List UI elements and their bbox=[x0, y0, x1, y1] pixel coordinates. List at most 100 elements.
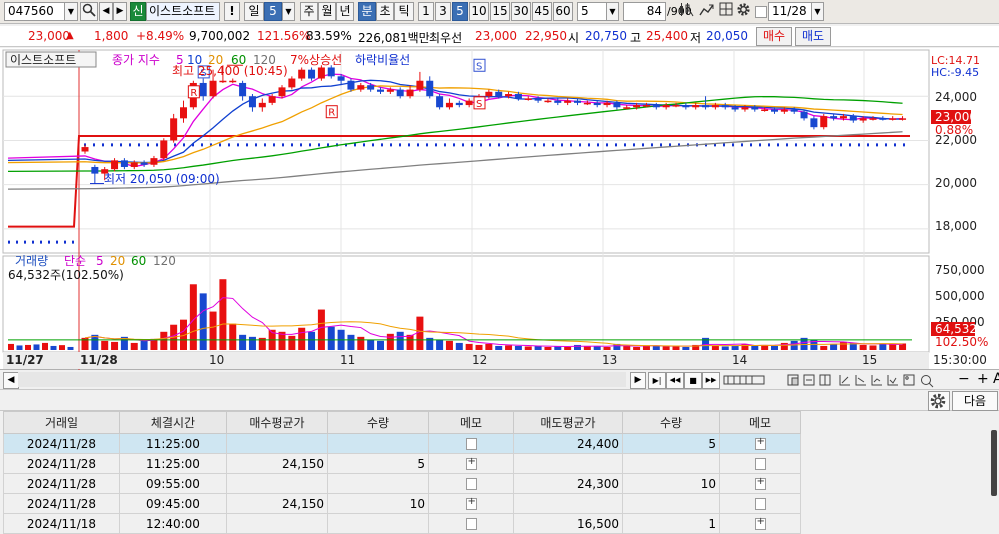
candle-body bbox=[455, 102, 463, 106]
candle-body bbox=[672, 105, 680, 107]
code-dropdown-chevron-icon[interactable]: ▼ bbox=[64, 2, 78, 21]
stock-chart[interactable]: SSRRS 이스트소프트 종가 지수 5 10 20 60 120 7%상승선 … bbox=[0, 48, 999, 370]
exec-time-cell: 11:25:00 bbox=[119, 433, 227, 454]
grid-scrollbar-thumb[interactable] bbox=[991, 430, 997, 496]
chart-scrollbar-track[interactable] bbox=[18, 372, 626, 387]
table-row[interactable]: 2024/11/18 12:40:00 16,500 1 bbox=[3, 513, 801, 534]
minute-60-button[interactable]: 60 bbox=[553, 2, 573, 21]
table-row[interactable]: 2024/11/28 11:25:00 24,150 5 bbox=[3, 453, 801, 474]
candle-body bbox=[849, 116, 857, 121]
memo-edit-icon[interactable] bbox=[754, 476, 766, 490]
buy-button[interactable]: 매수 bbox=[756, 27, 792, 46]
buy-memo-cell[interactable] bbox=[428, 453, 514, 474]
date-chevron-icon[interactable]: ▼ bbox=[811, 2, 824, 21]
stop-button[interactable]: ■ bbox=[684, 372, 702, 389]
memo-edit-icon[interactable] bbox=[465, 456, 477, 470]
volume-bar bbox=[830, 343, 838, 350]
minute-45-button[interactable]: 45 bbox=[532, 2, 552, 21]
buy-memo-cell[interactable] bbox=[428, 433, 514, 454]
zoom-out-button[interactable]: − bbox=[958, 371, 970, 387]
gear-icon[interactable] bbox=[734, 2, 752, 21]
minute-15-button[interactable]: 15 bbox=[490, 2, 510, 21]
up-arrow-icon: ▲ bbox=[66, 30, 74, 41]
volume-bar bbox=[564, 346, 572, 350]
period-tick-button[interactable]: 틱 bbox=[394, 2, 414, 21]
minute-5-button[interactable]: 5 bbox=[452, 2, 468, 21]
interval-chevron-icon[interactable]: ▼ bbox=[606, 2, 619, 21]
scroll-right-button[interactable]: ▶ bbox=[630, 372, 646, 389]
sell-memo-cell[interactable] bbox=[719, 493, 801, 514]
scroll-end-button[interactable]: ▶| bbox=[648, 372, 666, 389]
memo-edit-icon[interactable] bbox=[465, 496, 477, 510]
col-sell-memo: 메모 bbox=[719, 411, 801, 434]
candle-body bbox=[445, 102, 453, 108]
memo-empty-icon[interactable] bbox=[465, 518, 477, 530]
table-row[interactable]: 2024/11/28 09:55:00 24,300 10 bbox=[3, 473, 801, 494]
candle-body bbox=[859, 118, 867, 121]
buy-avg-cell bbox=[226, 513, 328, 534]
display-count-input[interactable]: 84 bbox=[623, 2, 666, 21]
prev-stock-icon[interactable]: ◀ bbox=[99, 2, 113, 21]
chart-canvas[interactable]: SSRRS 이스트소프트 종가 지수 5 10 20 60 120 7%상승선 … bbox=[0, 48, 999, 370]
period-minute-button[interactable]: 분 bbox=[358, 2, 376, 21]
volume-bar bbox=[25, 344, 31, 350]
minute-10-button[interactable]: 10 bbox=[469, 2, 489, 21]
memo-empty-icon[interactable] bbox=[465, 478, 477, 490]
next-page-button[interactable]: 다음 bbox=[952, 391, 998, 411]
candle-body bbox=[209, 80, 217, 97]
sell-memo-cell[interactable] bbox=[719, 473, 801, 494]
memo-empty-icon[interactable] bbox=[754, 498, 766, 510]
volume-bar bbox=[771, 345, 778, 350]
buy-memo-cell[interactable] bbox=[428, 473, 514, 494]
memo-edit-icon[interactable] bbox=[754, 516, 766, 530]
zoom-in-button[interactable]: + bbox=[977, 371, 989, 387]
grid-gear-icon[interactable] bbox=[928, 391, 950, 411]
interval-input[interactable]: 5 bbox=[577, 2, 607, 21]
grid-layout-icon[interactable] bbox=[717, 2, 735, 21]
font-size-button[interactable]: A bbox=[993, 371, 999, 387]
date-input[interactable]: 11/28 bbox=[768, 2, 812, 21]
minute-1-button[interactable]: 1 bbox=[418, 2, 434, 21]
sell-memo-cell[interactable] bbox=[719, 433, 801, 454]
period-year-button[interactable]: 년 bbox=[336, 2, 354, 21]
table-row[interactable]: 2024/11/28 11:25:00 24,400 5 bbox=[3, 433, 801, 454]
memo-empty-icon[interactable] bbox=[754, 458, 766, 470]
search-icon[interactable] bbox=[80, 2, 98, 21]
period-week-button[interactable]: 주 bbox=[300, 2, 318, 21]
stock-code-input[interactable]: 047560 bbox=[4, 2, 66, 21]
sell-button[interactable]: 매도 bbox=[795, 27, 831, 46]
memo-empty-icon[interactable] bbox=[465, 438, 477, 450]
minute-3-button[interactable]: 3 bbox=[435, 2, 451, 21]
buy-memo-cell[interactable] bbox=[428, 493, 514, 514]
volume-bar bbox=[485, 343, 493, 350]
scroll-left-button[interactable]: ◀ bbox=[3, 372, 19, 389]
candle-body bbox=[839, 116, 847, 119]
candle-settings-icon[interactable] bbox=[676, 2, 696, 21]
trend-icon[interactable] bbox=[871, 375, 882, 386]
table-row[interactable]: 2024/11/28 09:45:00 24,150 10 bbox=[3, 493, 801, 514]
buy-memo-cell[interactable] bbox=[428, 513, 514, 534]
fast-forward-button[interactable]: ▶▶ bbox=[702, 372, 720, 389]
chart-tool-icons[interactable] bbox=[722, 372, 942, 388]
volume-ratio: 83.59% bbox=[306, 29, 352, 43]
volume-bar bbox=[711, 345, 719, 350]
date-checkbox[interactable] bbox=[755, 6, 767, 18]
volume-bar bbox=[229, 323, 237, 350]
alert-button[interactable]: ! bbox=[224, 2, 240, 21]
memo-edit-icon[interactable] bbox=[754, 436, 766, 450]
rewind-button[interactable]: ◀◀ bbox=[666, 372, 684, 389]
candle-body bbox=[889, 118, 897, 120]
sell-memo-cell[interactable] bbox=[719, 453, 801, 474]
hc-value: HC:-9.45 bbox=[931, 66, 979, 79]
chart-tool-icon[interactable] bbox=[698, 2, 716, 21]
zoom-slider-icon[interactable] bbox=[723, 375, 765, 385]
period-second-button[interactable]: 초 bbox=[376, 2, 394, 21]
next-stock-icon[interactable]: ▶ bbox=[113, 2, 127, 21]
period-month-button[interactable]: 월 bbox=[318, 2, 336, 21]
minute-30-button[interactable]: 30 bbox=[511, 2, 531, 21]
image-icon[interactable] bbox=[903, 374, 915, 386]
period-day-button[interactable]: 일 bbox=[244, 2, 264, 21]
sell-memo-cell[interactable] bbox=[719, 513, 801, 534]
period-day-count-field[interactable]: 5 bbox=[264, 2, 282, 21]
day-count-chevron-icon[interactable]: ▼ bbox=[282, 2, 295, 21]
